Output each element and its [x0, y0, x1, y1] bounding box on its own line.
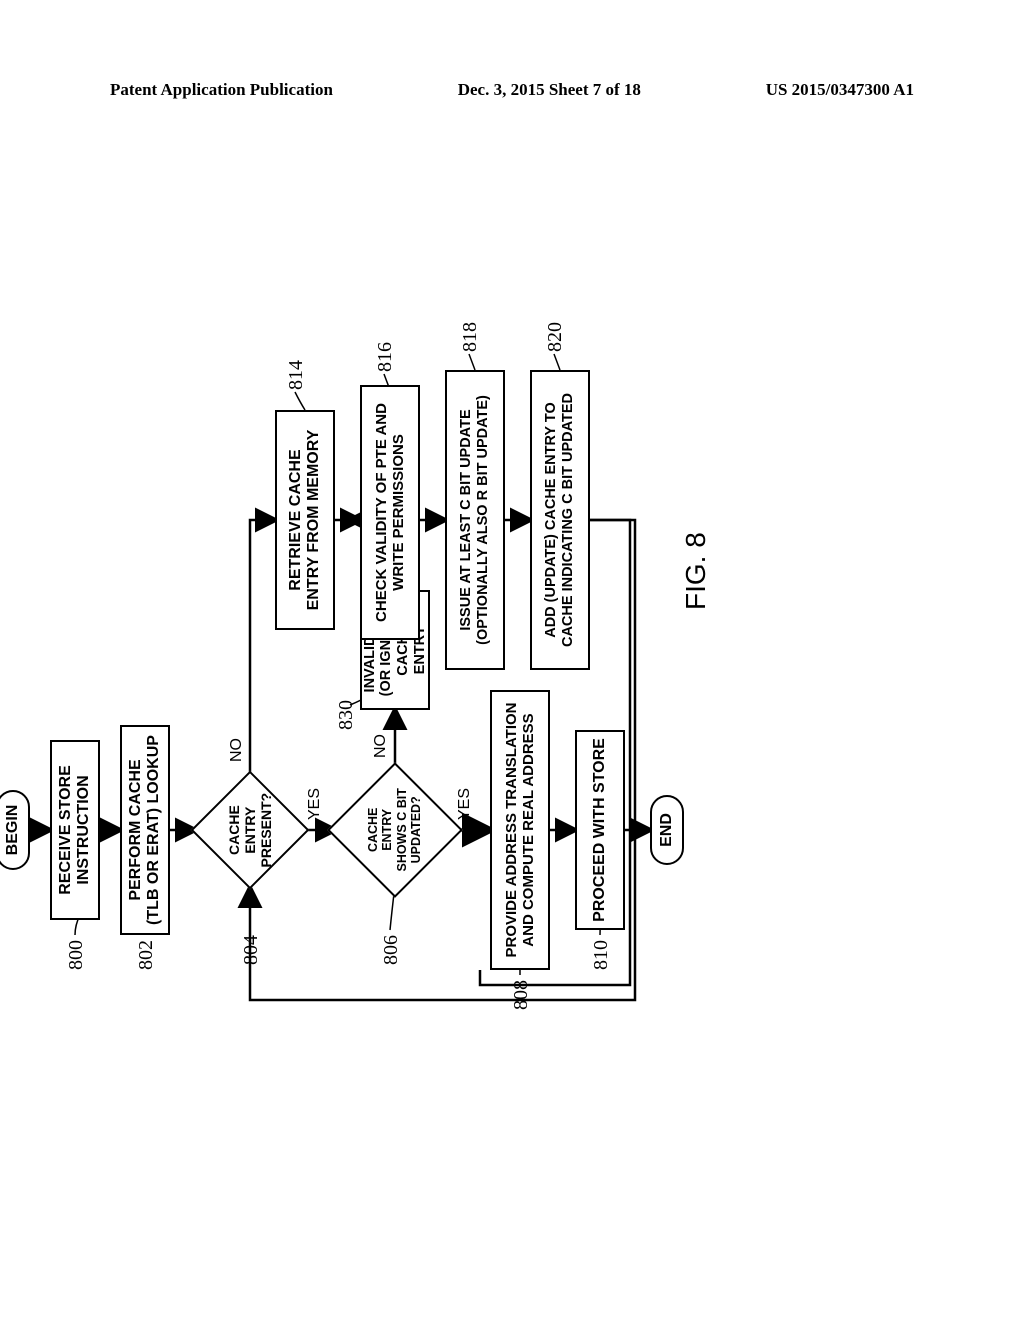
node-820-add-update: ADD (UPDATE) CACHE ENTRY TO CACHE INDICA…	[530, 370, 590, 670]
ref-818: 818	[459, 322, 482, 352]
node-818-text: ISSUE AT LEAST C BIT UPDATE (OPTIONALLY …	[458, 395, 491, 645]
ref-820: 820	[544, 322, 567, 352]
header-left: Patent Application Publication	[110, 80, 333, 100]
terminal-begin: BEGIN	[0, 790, 30, 870]
ref-802: 802	[135, 940, 158, 970]
node-818-issue-cbit: ISSUE AT LEAST C BIT UPDATE (OPTIONALLY …	[445, 370, 505, 670]
ref-806: 806	[380, 935, 403, 965]
node-800-receive-store: RECEIVE STORE INSTRUCTION	[50, 740, 100, 920]
node-814-retrieve-cache: RETRIEVE CACHE ENTRY FROM MEMORY	[275, 410, 335, 630]
ref-814: 814	[285, 360, 308, 390]
node-820-text: ADD (UPDATE) CACHE ENTRY TO CACHE INDICA…	[543, 393, 576, 647]
decision-804-text: CACHE ENTRY PRESENT?	[226, 793, 274, 868]
terminal-end: END	[650, 795, 684, 865]
node-808-text: PROVIDE ADDRESS TRANSLATION AND COMPUTE …	[503, 703, 538, 958]
page-header: Patent Application Publication Dec. 3, 2…	[0, 80, 1024, 100]
header-mid: Dec. 3, 2015 Sheet 7 of 18	[458, 80, 641, 100]
branch-804-no: NO	[228, 738, 246, 762]
node-814-text: RETRIEVE CACHE ENTRY FROM MEMORY	[287, 430, 324, 611]
branch-804-yes: YES	[306, 788, 324, 820]
decision-806-text: CACHE ENTRY SHOWS C BIT UPDATED?	[366, 788, 423, 871]
ref-830: 830	[335, 700, 358, 730]
branch-806-yes: YES	[456, 788, 474, 820]
branch-806-no: NO	[372, 734, 390, 758]
flowchart-figure-8: BEGIN END RECEIVE STORE INSTRUCTION PERF…	[0, 330, 990, 1030]
node-810-text: PROCEED WITH STORE	[591, 738, 609, 922]
figure-caption: FIG. 8	[680, 532, 712, 610]
node-802-text: PERFORM CACHE (TLB OR ERAT) LOOKUP	[127, 735, 164, 925]
ref-810: 810	[590, 940, 613, 970]
ref-800: 800	[65, 940, 88, 970]
node-800-text: RECEIVE STORE INSTRUCTION	[57, 765, 94, 895]
ref-816: 816	[374, 342, 397, 372]
ref-808: 808	[510, 980, 533, 1010]
node-808-addr-translation: PROVIDE ADDRESS TRANSLATION AND COMPUTE …	[490, 690, 550, 970]
node-802-cache-lookup: PERFORM CACHE (TLB OR ERAT) LOOKUP	[120, 725, 170, 935]
ref-804: 804	[240, 935, 263, 965]
node-816-check-validity: CHECK VALIDITY OF PTE AND WRITE PERMISSI…	[360, 385, 420, 640]
node-810-proceed-store: PROCEED WITH STORE	[575, 730, 625, 930]
header-right: US 2015/0347300 A1	[766, 80, 914, 100]
node-816-text: CHECK VALIDITY OF PTE AND WRITE PERMISSI…	[373, 403, 408, 622]
